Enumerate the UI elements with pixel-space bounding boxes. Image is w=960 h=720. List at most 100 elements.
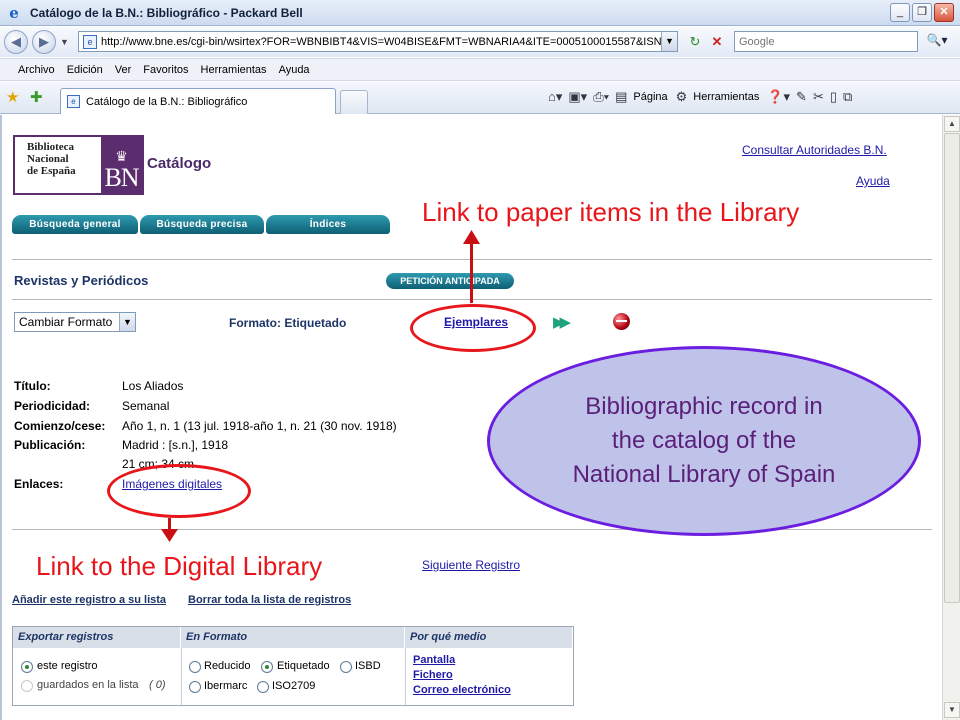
scroll-up-icon[interactable]: ▲ xyxy=(944,116,960,132)
nav-busqueda-precisa[interactable]: Búsqueda precisa xyxy=(140,215,264,234)
favorites-star-icon[interactable]: ★ xyxy=(6,88,19,106)
window-controls: _ ❐ ✕ xyxy=(890,3,954,22)
format-label: ISBD xyxy=(355,660,381,672)
search-box[interactable] xyxy=(734,31,918,52)
close-window-button[interactable]: ✕ xyxy=(934,3,954,22)
annotation-circle-imagenes xyxy=(107,464,251,518)
medio-fichero-link[interactable]: Fichero xyxy=(413,669,453,681)
format-radio-reducido[interactable] xyxy=(189,661,201,673)
research-icon[interactable]: ✎ xyxy=(796,89,807,105)
format-radio-isbd[interactable] xyxy=(340,661,352,673)
field-value: Madrid : [s.n.], 1918 xyxy=(122,438,229,452)
peticion-anticipada-button[interactable]: PETICIÓN ANTICIPADA xyxy=(386,273,514,289)
command-bar: ⌂▾ ▣▾ ⎙▾ ▤ Página ⚙ Herramientas ❓▾ ✎ ✂ … xyxy=(548,89,858,105)
tab-label: Catálogo de la B.N.: Bibliográfico xyxy=(86,95,248,108)
nav-indices[interactable]: Índices xyxy=(266,215,390,234)
menu-favoritos[interactable]: Favoritos xyxy=(143,64,188,76)
section-title: Revistas y Periódicos xyxy=(14,273,149,288)
minimize-button[interactable]: _ xyxy=(890,3,910,22)
copy-icon[interactable]: ⧉ xyxy=(843,89,852,105)
medio-pantalla-link[interactable]: Pantalla xyxy=(413,654,455,666)
left-rail xyxy=(0,115,2,720)
vertical-scrollbar[interactable]: ▲ ▼ xyxy=(942,115,960,720)
address-dropdown-icon[interactable]: ▼ xyxy=(661,32,677,51)
forward-button[interactable]: ▶ xyxy=(32,30,56,54)
annotation-paper-items: Link to paper items in the Library xyxy=(422,197,800,227)
address-url[interactable]: http://www.bne.es/cgi-bin/wsirtex?FOR=WB… xyxy=(101,36,661,48)
scroll-thumb[interactable] xyxy=(944,133,960,603)
format-label: Ibermarc xyxy=(204,680,248,692)
bne-logo[interactable]: Biblioteca Nacional de España ♛ BN xyxy=(13,135,144,195)
help-icon[interactable]: ❓▾ xyxy=(767,89,790,105)
globe-icon[interactable] xyxy=(613,313,630,330)
page-icon: e xyxy=(83,34,97,49)
logo-text: Biblioteca Nacional de España xyxy=(27,141,76,177)
home-icon[interactable]: ⌂▾ xyxy=(548,89,562,105)
back-button[interactable]: ◀ xyxy=(4,30,28,54)
format-label: Etiquetado xyxy=(277,660,330,672)
medio-correo-link[interactable]: Correo electrónico xyxy=(413,684,511,696)
add-to-list-link[interactable]: Añadir este registro a su lista xyxy=(12,594,166,606)
search-go-icon[interactable]: 🔍▾ xyxy=(922,33,952,51)
scope-label: guardados en la lista xyxy=(37,679,139,691)
menu-ver[interactable]: Ver xyxy=(115,64,132,76)
refresh-icon[interactable]: ↻ xyxy=(686,33,704,51)
print-icon[interactable]: ⎙▾ xyxy=(593,89,609,105)
annotation-bubble: Bibliographic record in the catalog of t… xyxy=(487,346,921,536)
help-link[interactable]: Ayuda xyxy=(856,174,890,188)
field-value: Año 1, n. 1 (13 jul. 1918-año 1, n. 21 (… xyxy=(122,419,397,433)
menu-bar: Archivo Edición Ver Favoritos Herramient… xyxy=(0,58,960,81)
bubble-line: Bibliographic record in xyxy=(585,393,823,420)
address-bar[interactable]: e http://www.bne.es/cgi-bin/wsirtex?FOR=… xyxy=(78,31,678,52)
scope-radio-saved[interactable] xyxy=(21,680,33,692)
format-radio-iso2709[interactable] xyxy=(257,681,269,693)
history-dropdown-icon[interactable]: ▼ xyxy=(60,37,69,47)
catalog-title: Catálogo xyxy=(147,155,212,172)
page-menu[interactable]: Página xyxy=(633,91,667,103)
format-select-value: Cambiar Formato xyxy=(19,315,113,329)
bubble-line: the catalog of the xyxy=(611,427,797,454)
clear-list-link[interactable]: Borrar toda la lista de registros xyxy=(188,594,351,606)
clip-icon[interactable]: ✂ xyxy=(813,89,824,105)
tools-menu[interactable]: Herramientas xyxy=(693,91,759,103)
window-titlebar: e Catálogo de la B.N.: Bibliográfico - P… xyxy=(0,0,960,26)
authorities-link[interactable]: Consultar Autoridades B.N. xyxy=(742,143,887,157)
scroll-down-icon[interactable]: ▼ xyxy=(944,702,960,718)
field-label: Periodicidad: xyxy=(14,399,91,413)
format-label: Reducido xyxy=(204,660,251,672)
stop-icon[interactable]: ✕ xyxy=(708,33,726,51)
medium-header: Por qué medio xyxy=(405,627,573,648)
chevron-down-icon[interactable]: ▼ xyxy=(119,313,135,331)
siguiente-registro-link[interactable]: Siguiente Registro xyxy=(422,558,520,572)
field-value: Los Aliados xyxy=(122,379,184,393)
field-label: Publicación: xyxy=(14,438,86,452)
internet-explorer-icon: e xyxy=(9,3,19,22)
bubble-line: National Library of Spain xyxy=(572,461,836,488)
menu-archivo[interactable]: Archivo xyxy=(18,64,55,76)
saved-count: ( 0) xyxy=(149,679,166,691)
fast-forward-icon[interactable]: ▶▶ xyxy=(553,313,571,331)
logo-mark-text: BN xyxy=(104,163,139,192)
scope-radio-this[interactable] xyxy=(21,661,33,673)
window-title: Catálogo de la B.N.: Bibliográfico - Pac… xyxy=(30,5,303,20)
annotation-circle-ejemplares xyxy=(410,304,536,352)
search-input[interactable] xyxy=(735,32,917,51)
format-radio-etiquetado[interactable] xyxy=(261,661,273,673)
menu-ayuda[interactable]: Ayuda xyxy=(279,64,310,76)
menu-edicion[interactable]: Edición xyxy=(67,64,103,76)
feeds-icon[interactable]: ▣▾ xyxy=(568,89,587,105)
tab-catalogo[interactable]: e Catálogo de la B.N.: Bibliográfico xyxy=(60,88,336,114)
menu-herramientas[interactable]: Herramientas xyxy=(201,64,267,76)
nav-busqueda-general[interactable]: Búsqueda general xyxy=(12,215,138,234)
annotation-arrow-up xyxy=(470,241,473,303)
column-divider xyxy=(405,648,406,705)
format-select[interactable]: Cambiar Formato ▼ xyxy=(14,312,136,332)
add-favorite-icon[interactable]: ✚ xyxy=(30,88,43,106)
crown-icon: ♛ xyxy=(115,148,128,164)
note-icon[interactable]: ▯ xyxy=(830,89,837,105)
maximize-button[interactable]: ❐ xyxy=(912,3,932,22)
format-radio-ibermarc[interactable] xyxy=(189,681,201,693)
export-panel: Exportar registros En Formato Por qué me… xyxy=(12,626,574,706)
annotation-digital-library: Link to the Digital Library xyxy=(36,551,323,581)
new-tab-button[interactable] xyxy=(340,90,368,114)
